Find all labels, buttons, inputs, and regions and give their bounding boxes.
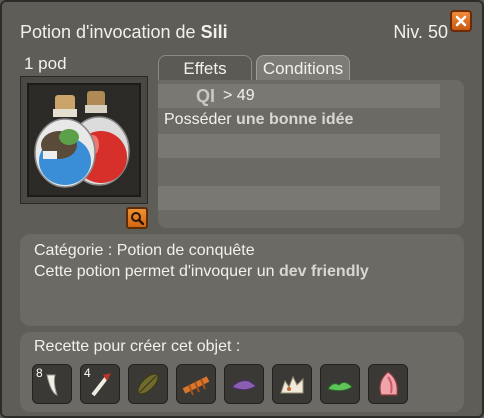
seed-icon (137, 373, 159, 395)
condition-row-empty (158, 186, 440, 210)
description-panel: Catégorie : Potion de conquête Cette pot… (20, 234, 464, 326)
item-category: Catégorie : Potion de conquête (34, 242, 255, 259)
recipe-slot[interactable]: 4 (80, 364, 120, 404)
recipe-slot[interactable] (368, 364, 408, 404)
condition-row: Posséder une bonne idée (164, 111, 354, 128)
recipe-slot[interactable] (224, 364, 264, 404)
pink-ear-icon (379, 371, 398, 396)
condition-row-empty (158, 134, 440, 158)
ingredient-qty: 8 (36, 366, 43, 380)
potion-icon (34, 91, 130, 188)
close-button[interactable] (450, 10, 472, 32)
magnifier-icon (131, 212, 144, 225)
recipe-panel: Recette pour créer cet objet : 8 4 (20, 332, 464, 412)
close-icon (455, 15, 467, 27)
condition-stat: QI (196, 85, 216, 106)
green-moss-icon (327, 381, 353, 392)
item-title: Potion d'invocation de Sili (20, 22, 228, 42)
conditions-panel: QI > 49 Posséder une bonne idée (158, 80, 464, 228)
recipe-slot[interactable]: 8 (32, 364, 72, 404)
item-name: Sili (200, 22, 228, 42)
condition-row: QI > 49 (158, 84, 440, 108)
orange-bark-icon (182, 376, 210, 396)
item-level: Niv. 50 (393, 22, 448, 42)
eggshell-icon (280, 375, 304, 394)
item-window: Potion d'invocation de Sili Niv. 50 1 po… (0, 0, 484, 418)
zoom-button[interactable] (126, 207, 148, 229)
condition-value: > 49 (223, 87, 255, 104)
tab-effets[interactable]: Effets (158, 55, 252, 81)
recipe-slot[interactable] (176, 364, 216, 404)
tab-conditions[interactable]: Conditions (256, 55, 350, 81)
recipe-slot[interactable] (272, 364, 312, 404)
item-image-frame (20, 76, 148, 204)
item-image (27, 83, 141, 197)
item-description: Cette potion permet d'invoquer un dev fr… (34, 263, 369, 280)
purple-leather-icon (231, 380, 257, 391)
recipe-slot[interactable] (320, 364, 360, 404)
recipe-label: Recette pour créer cet objet : (34, 338, 241, 355)
item-weight: 1 pod (24, 54, 67, 73)
ingredient-qty: 4 (84, 366, 91, 380)
recipe-slot[interactable] (128, 364, 168, 404)
condition-row-empty (158, 158, 440, 182)
